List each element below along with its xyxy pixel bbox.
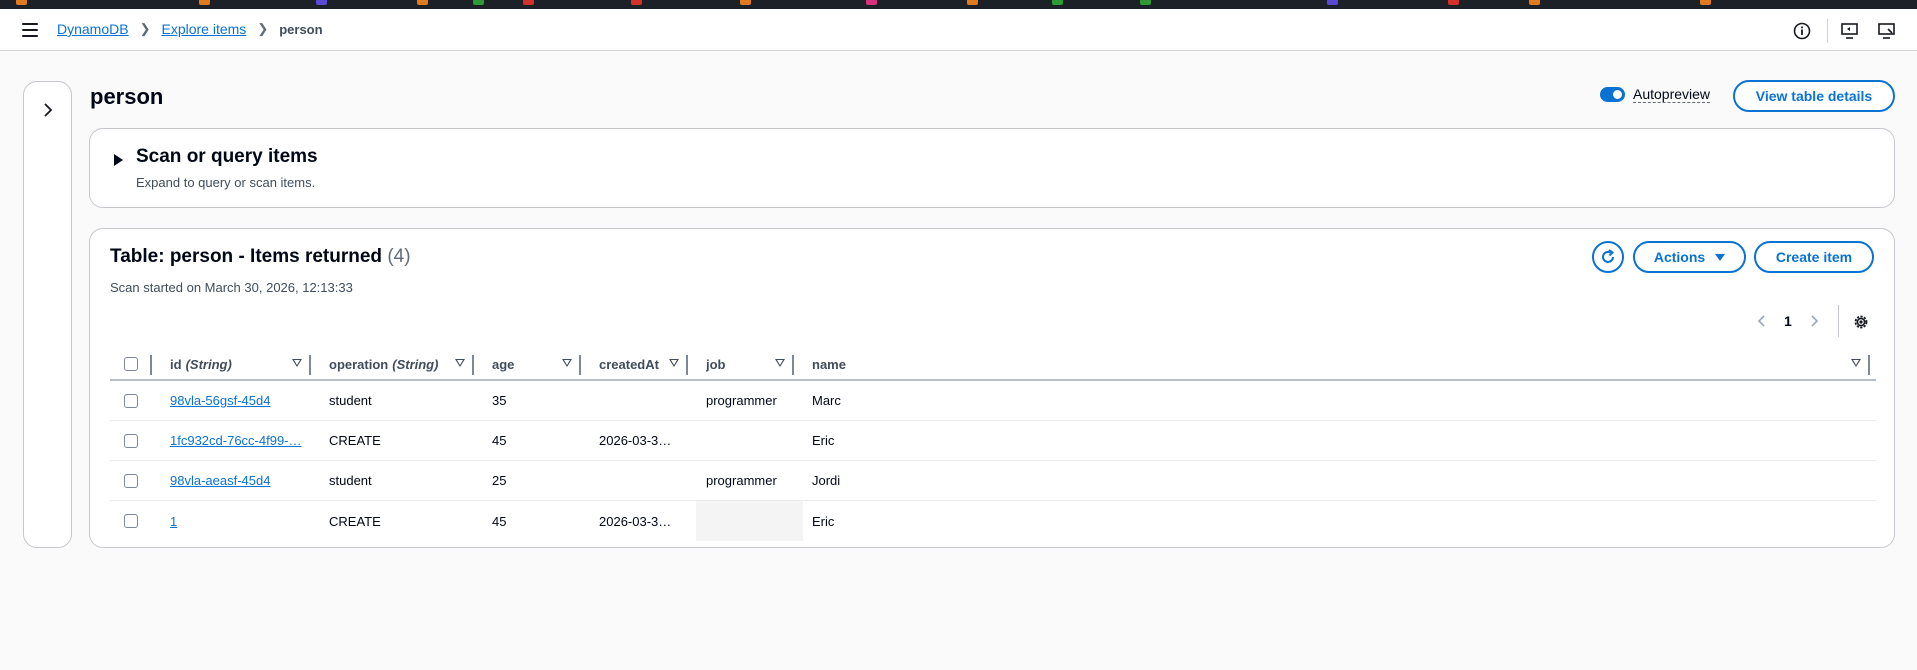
item-id-link[interactable]: 98vla-aeasf-45d4 xyxy=(170,473,270,488)
browser-bookmark-strip xyxy=(0,0,1917,9)
refresh-button[interactable] xyxy=(1592,241,1624,273)
cell-job: programmer xyxy=(706,393,777,408)
cell-createdat: 2026-03-3… xyxy=(599,433,672,448)
cell-age: 45 xyxy=(492,433,507,448)
cell-operation: CREATE xyxy=(329,433,381,448)
cell-name: Eric xyxy=(812,513,835,529)
menu-icon[interactable] xyxy=(22,23,38,37)
autopreview-toggle-group: Autopreview xyxy=(1600,86,1711,103)
items-panel: Table: person - Items returned (4) Scan … xyxy=(89,228,1895,548)
autopreview-toggle[interactable] xyxy=(1600,87,1625,102)
row-checkbox[interactable] xyxy=(124,514,138,528)
chevron-right-icon: ❯ xyxy=(257,21,269,36)
scan-query-panel: Scan or query items Expand to query or s… xyxy=(89,128,1895,208)
autopreview-label[interactable]: Autopreview xyxy=(1633,86,1711,103)
cell-name: Eric xyxy=(812,433,835,448)
item-id-link[interactable]: 98vla-56gsf-45d4 xyxy=(170,393,270,408)
sort-icon[interactable] xyxy=(1851,359,1861,367)
items-table: id (String) operation (String) age created… xyxy=(110,349,1876,541)
row-checkbox[interactable] xyxy=(124,434,138,448)
column-divider[interactable] xyxy=(686,355,688,375)
cell-job xyxy=(706,421,806,460)
row-checkbox[interactable] xyxy=(124,474,138,488)
select-all-checkbox[interactable] xyxy=(124,357,138,371)
column-header-operation[interactable]: operation (String) xyxy=(329,349,469,379)
create-item-button[interactable]: Create item xyxy=(1754,241,1874,273)
previous-page-icon[interactable] xyxy=(1752,311,1772,331)
cell-job: programmer xyxy=(706,473,777,488)
column-divider[interactable] xyxy=(579,355,581,375)
cell-createdat xyxy=(599,381,689,420)
sort-icon[interactable] xyxy=(292,359,302,367)
cell-name: Marc xyxy=(812,393,841,408)
info-icon[interactable] xyxy=(1792,21,1812,41)
column-divider[interactable] xyxy=(792,355,794,375)
cell-createdat xyxy=(599,461,689,500)
table-row: 1fc932cd-76cc-4f99-… CREATE 45 2026-03-3… xyxy=(110,421,1876,461)
table-header: id (String) operation (String) age created… xyxy=(110,349,1876,381)
sort-icon[interactable] xyxy=(669,359,679,367)
sort-icon[interactable] xyxy=(775,359,785,367)
cell-age: 45 xyxy=(492,513,507,529)
monitor-icon[interactable] xyxy=(1877,21,1897,41)
top-navigation-bar: DynamoDB ❯ Explore items ❯ person xyxy=(0,9,1917,51)
column-header-createdat[interactable]: createdAt xyxy=(599,349,679,379)
next-page-icon[interactable] xyxy=(1804,311,1824,331)
cell-operation: student xyxy=(329,393,372,408)
items-count: (4) xyxy=(387,246,411,267)
column-header-job[interactable]: job xyxy=(706,349,766,379)
row-checkbox[interactable] xyxy=(124,394,138,408)
cell-job xyxy=(706,501,806,541)
cell-operation: CREATE xyxy=(329,513,381,529)
cell-operation: student xyxy=(329,473,372,488)
cell-name: Jordi xyxy=(812,473,841,488)
column-divider xyxy=(150,355,152,375)
item-id-link[interactable]: 1 xyxy=(170,514,177,529)
item-id-link[interactable]: 1fc932cd-76cc-4f99-… xyxy=(170,433,302,448)
breadcrumb: DynamoDB ❯ Explore items ❯ person xyxy=(57,21,323,37)
refresh-icon xyxy=(1602,249,1615,263)
pager-divider xyxy=(1838,305,1839,337)
page-number[interactable]: 1 xyxy=(1784,313,1792,329)
scan-started-text: Scan started on March 30, 2026, 12:13:33 xyxy=(110,280,353,295)
scan-query-subtitle: Expand to query or scan items. xyxy=(136,175,316,190)
chevron-right-icon[interactable] xyxy=(40,102,56,118)
table-row: 98vla-56gsf-45d4 student 35 programmer M… xyxy=(110,381,1876,421)
column-divider[interactable] xyxy=(309,355,311,375)
items-title: Table: person - Items returned (4) xyxy=(110,246,411,268)
breadcrumb-explore-items[interactable]: Explore items xyxy=(162,21,247,37)
breadcrumb-dynamodb[interactable]: DynamoDB xyxy=(57,21,129,37)
table-row: 98vla-aeasf-45d4 student 25 programmer J… xyxy=(110,461,1876,501)
column-divider[interactable] xyxy=(472,355,474,375)
chevron-right-icon: ❯ xyxy=(139,21,151,36)
actions-button[interactable]: Actions xyxy=(1633,241,1746,273)
column-header-id[interactable]: id (String) xyxy=(170,349,280,379)
side-panel xyxy=(23,81,72,548)
header-divider xyxy=(1827,19,1828,43)
cell-createdat: 2026-03-3… xyxy=(599,513,672,529)
scan-query-title[interactable]: Scan or query items xyxy=(136,146,318,168)
gear-icon[interactable] xyxy=(1852,313,1870,331)
breadcrumb-person: person xyxy=(279,21,323,37)
column-header-name[interactable]: name xyxy=(812,349,892,379)
pagination: 1 xyxy=(1752,311,1824,331)
sort-icon[interactable] xyxy=(455,359,465,367)
caret-right-icon[interactable] xyxy=(114,154,123,166)
column-divider[interactable] xyxy=(1868,355,1870,375)
column-header-age[interactable]: age xyxy=(492,349,552,379)
caret-down-icon xyxy=(1715,253,1726,261)
sort-icon[interactable] xyxy=(562,359,572,367)
view-table-details-button[interactable]: View table details xyxy=(1733,80,1895,112)
page-title: person xyxy=(90,84,164,109)
screen-share-icon[interactable] xyxy=(1840,21,1860,41)
table-row: 1 CREATE 45 2026-03-3… Eric xyxy=(110,501,1876,541)
actions-label: Actions xyxy=(1653,249,1706,265)
cell-age: 25 xyxy=(492,473,507,488)
items-title-text: Table: person - Items returned xyxy=(110,246,383,267)
cell-age: 35 xyxy=(492,393,507,408)
